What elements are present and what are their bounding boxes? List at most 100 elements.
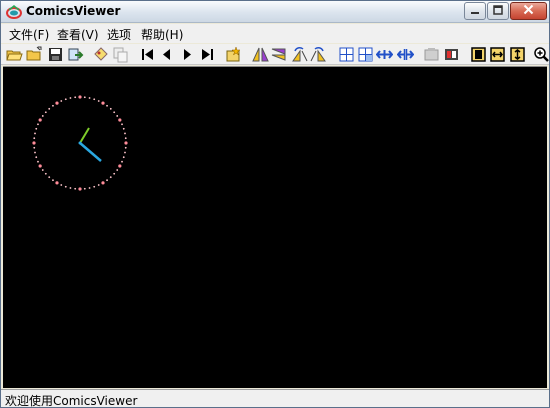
fit-height-arrows-icon[interactable] [397,46,414,63]
clock-minute-marker [116,115,119,117]
title-bar[interactable]: ComicsViewer [1,1,549,23]
clock-minute-marker [97,100,100,102]
clock-minute-marker [106,104,108,107]
clock-minute-marker [69,187,72,189]
clock-minute-marker [124,137,127,140]
clock-minute-marker [60,184,63,186]
clock-hour-marker [55,181,59,185]
clock-minute-marker [106,179,108,182]
clock-minute-marker [34,151,36,154]
clock-hour-marker [38,164,42,168]
clock-hour-marker [78,95,82,99]
flip-horizontal-icon[interactable] [252,46,269,63]
clock-minute-marker [113,111,116,114]
fit-height-icon[interactable] [509,46,526,63]
status-text: 欢迎使用ComicsViewer [5,394,138,408]
clock-minute-marker [121,123,123,126]
clock-hour-marker [38,118,42,122]
flip-vertical-icon[interactable] [270,46,287,63]
split-right-icon[interactable] [357,46,374,63]
last-page-icon[interactable] [199,46,216,63]
comic-view-area[interactable] [3,66,547,388]
zoom-in-icon[interactable] [533,46,549,63]
clock-minute-marker [122,156,125,159]
clock-minute-marker [60,100,63,102]
disabled-view-icon[interactable] [423,46,440,63]
fit-width-arrows-icon[interactable] [376,46,393,63]
clock-minute-marker [69,97,72,99]
clock-minute-marker [93,98,96,101]
clock-hour-marker [101,181,105,185]
clock-minute-marker [124,146,127,149]
clock-hour-marker [101,101,105,105]
bookmark-icon[interactable] [92,46,109,63]
save-icon[interactable] [47,46,64,63]
clock-minute-marker [64,185,67,188]
window-title: ComicsViewer [26,4,121,18]
clock-minute-marker [124,132,126,135]
menu-bar: 文件(F) 查看(V) 选项 帮助(H) [1,24,549,43]
fit-width-icon[interactable] [489,46,506,63]
clock-minute-marker [109,107,112,110]
rotate-left-icon[interactable] [291,46,308,63]
clock-minute-marker [113,172,116,175]
open-file-icon[interactable] [26,46,43,63]
minimize-button[interactable] [464,2,486,20]
clock-minute-marker [83,96,86,99]
maximize-icon [493,4,503,18]
clock-minute-marker [93,185,96,188]
clock-minute-marker [88,187,91,189]
maximize-button[interactable] [487,2,509,20]
clock-hour-hand [79,127,90,144]
clock-minute-marker [37,123,39,126]
close-button[interactable] [510,2,547,20]
menu-file[interactable]: 文件(F) [9,26,49,43]
clock-minute-marker [64,98,67,101]
fit-page-icon[interactable] [470,46,487,63]
clock-center [78,141,82,145]
clock-minute-marker [34,132,36,135]
menu-view[interactable]: 查看(V) [57,26,99,43]
clock-hour-marker [55,101,59,105]
first-page-icon[interactable] [139,46,156,63]
rotate-right-icon[interactable] [310,46,327,63]
clock-hour-marker [118,164,122,168]
clock-minute-hand [79,142,102,162]
previous-page-icon[interactable] [158,46,175,63]
convert-icon[interactable] [67,46,84,63]
clock-minute-marker [97,184,100,186]
new-window-icon[interactable] [225,46,242,63]
clock-hour-marker [32,141,36,145]
clock-minute-marker [33,146,36,149]
clock-minute-marker [41,115,44,117]
clock-widget [32,95,128,191]
menu-options[interactable]: 选项 [107,26,131,43]
next-page-icon[interactable] [179,46,196,63]
clock-minute-marker [41,169,44,171]
clock-minute-marker [124,151,126,154]
clock-minute-marker [35,156,38,159]
close-icon [523,4,534,18]
app-window: ComicsViewer 文件(F) 查看(V) 选项 帮助(H) 欢迎使用Co… [0,0,550,408]
split-left-icon[interactable] [338,46,355,63]
clock-minute-marker [109,176,112,179]
status-bar: 欢迎使用ComicsViewer [1,389,549,407]
clock-minute-marker [74,187,77,190]
clock-hour-marker [124,141,128,145]
clock-minute-marker [48,176,51,179]
app-logo-icon [6,4,22,20]
open-folder-icon[interactable] [6,46,23,63]
clock-minute-marker [74,96,77,99]
menu-help[interactable]: 帮助(H) [141,26,183,43]
clock-hour-marker [78,187,82,191]
clock-minute-marker [83,187,86,190]
clock-minute-marker [33,137,36,140]
copy-icon[interactable] [112,46,129,63]
clock-minute-marker [52,104,54,107]
clock-minute-marker [52,179,54,182]
slideshow-icon[interactable] [443,46,460,63]
clock-minute-marker [44,111,47,114]
clock-minute-marker [88,97,91,99]
clock-minute-marker [48,107,51,110]
clock-minute-marker [122,127,125,130]
